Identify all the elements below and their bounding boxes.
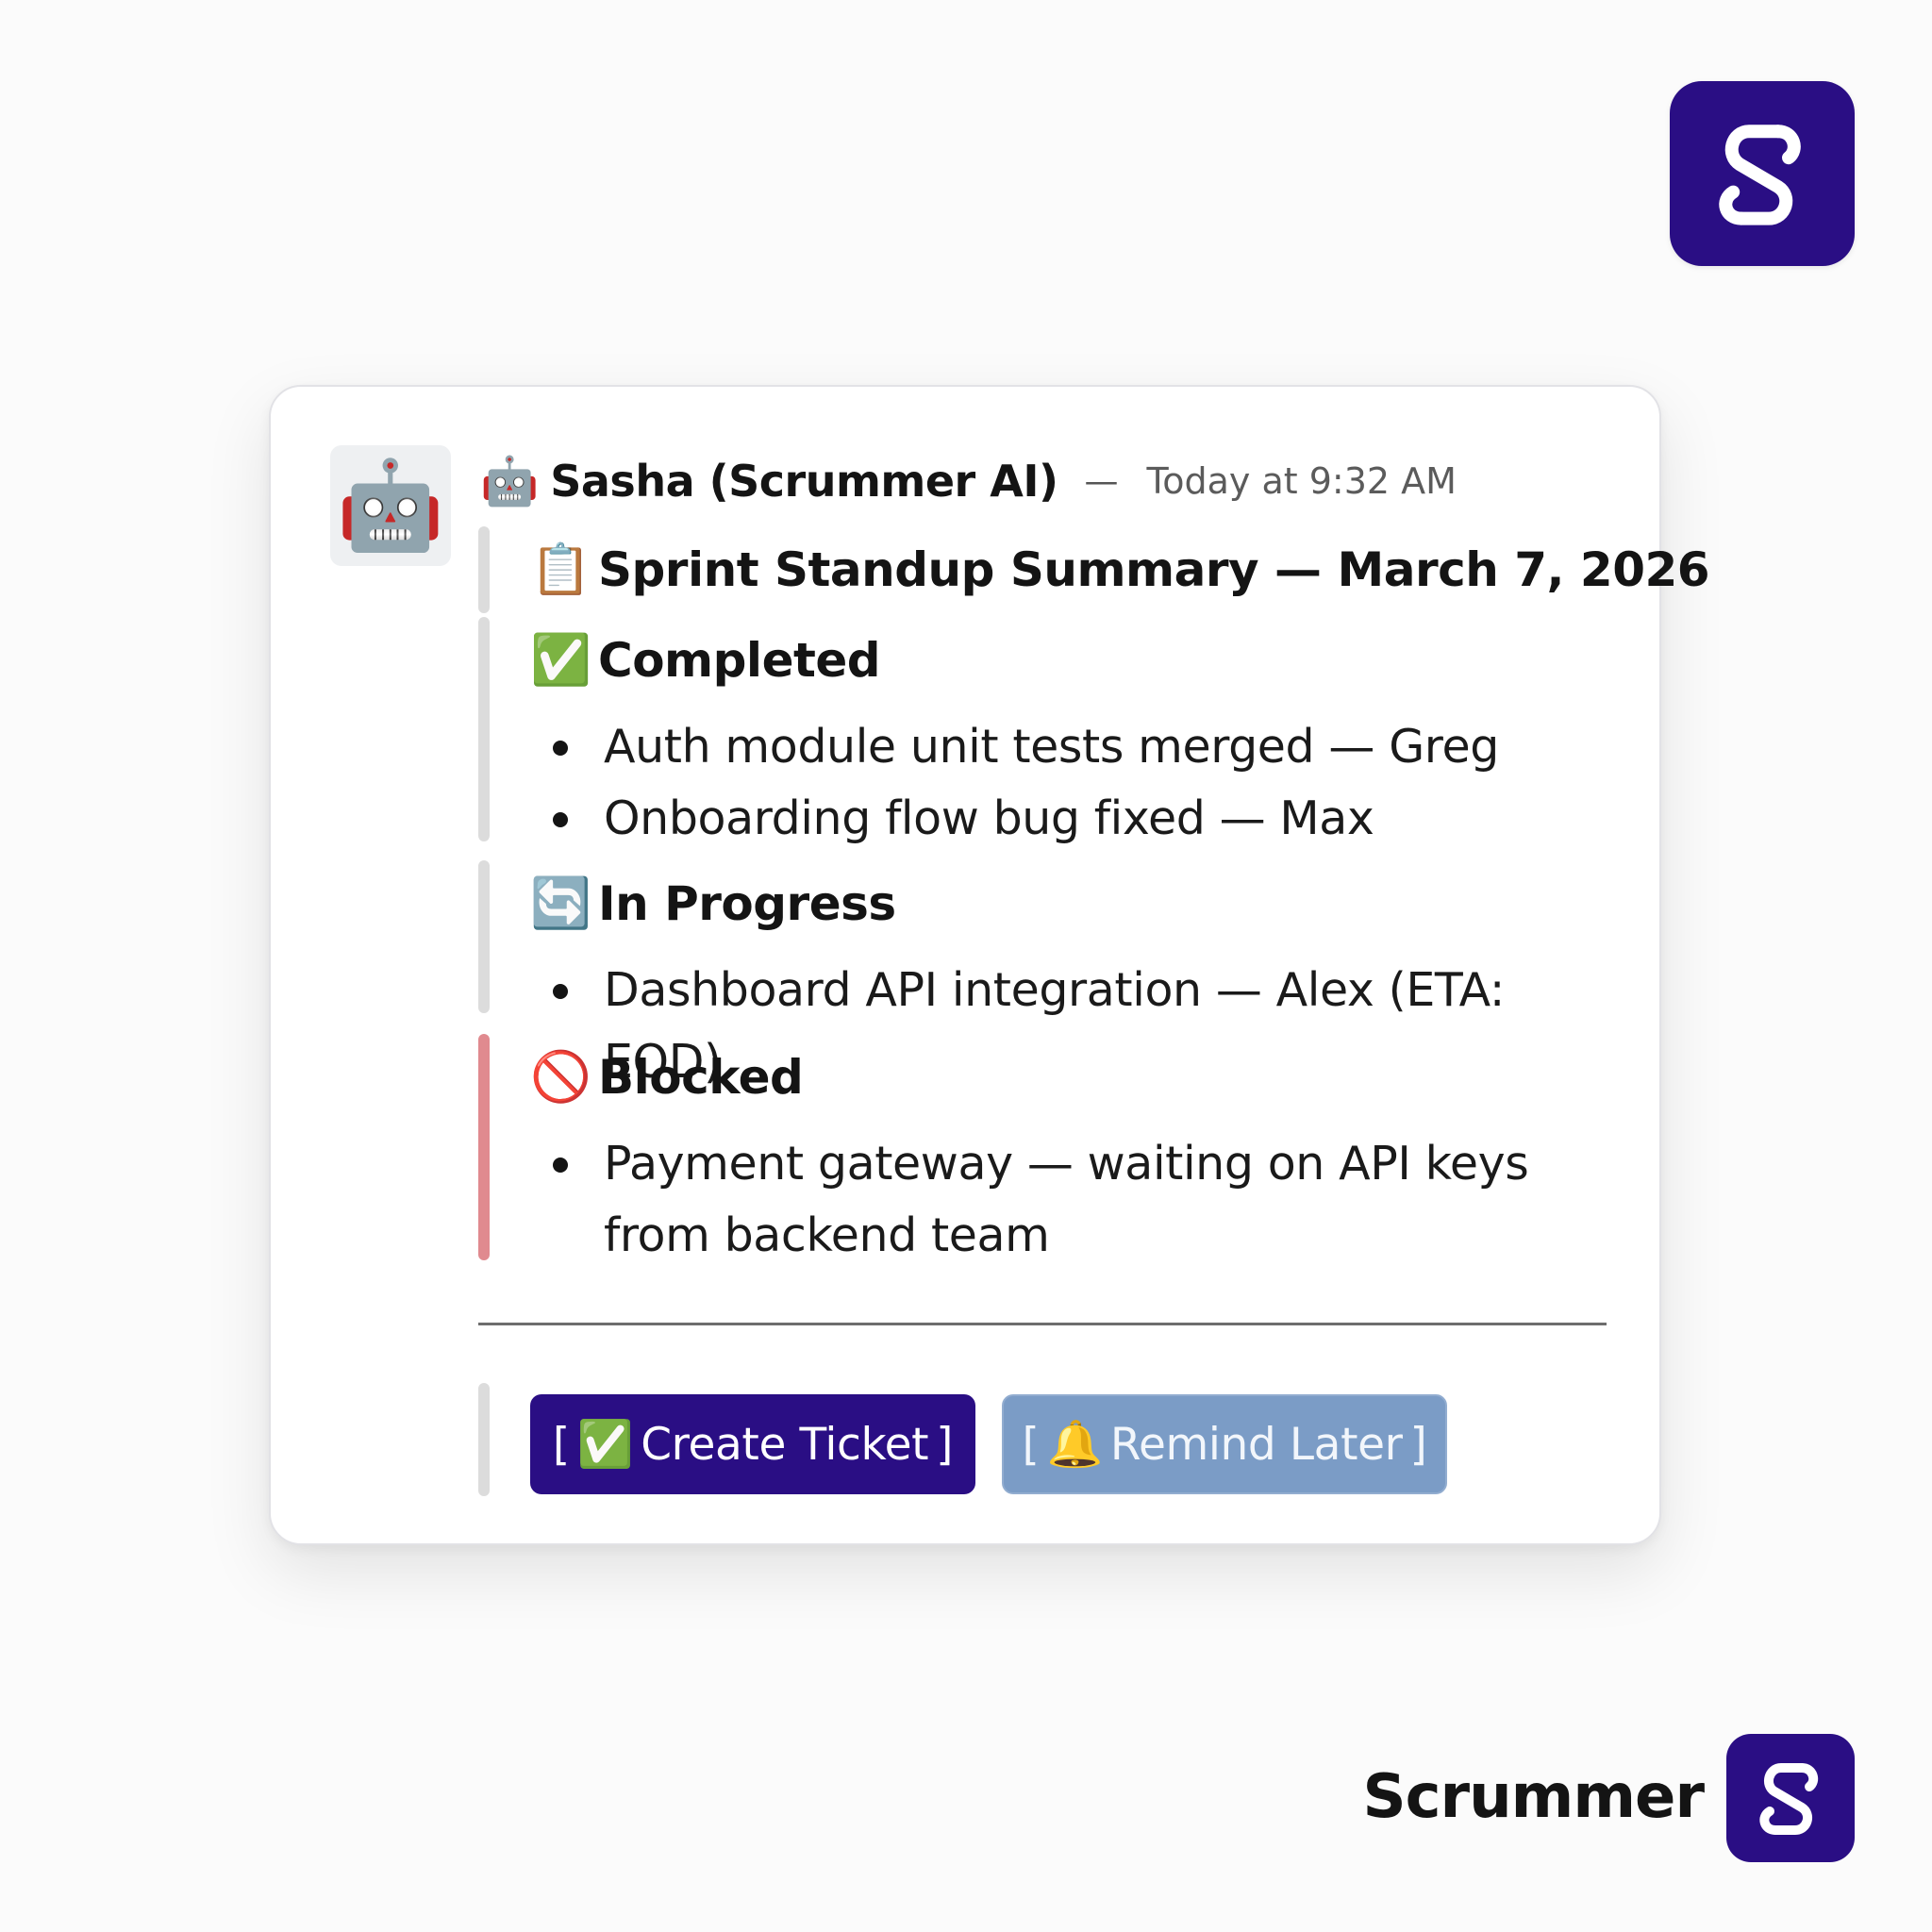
- scrummer-s-logo-icon: [1759, 1763, 1819, 1835]
- item-list: Payment gateway — waiting on API keys fr…: [530, 1128, 1629, 1272]
- bullet-icon: [553, 812, 568, 827]
- quote-bar-blocked: [478, 1034, 490, 1260]
- check-mark-icon: ✅: [530, 632, 591, 689]
- brand-logo: [1726, 1734, 1855, 1862]
- app-logo: [1670, 81, 1855, 266]
- quote-bar: [478, 1383, 490, 1496]
- robot-icon: 🤖: [480, 454, 540, 508]
- quote-bar: [478, 860, 490, 1013]
- sender-name[interactable]: Sasha (Scrummer AI): [550, 456, 1058, 507]
- section-in-progress: 🔄 In Progress Dashboard API integration …: [478, 860, 1629, 1089]
- summary-block: 📋 Sprint Standup Summary — March 7, 2026: [478, 526, 1710, 613]
- divider: [478, 1323, 1607, 1325]
- list-item: Payment gateway — waiting on API keys fr…: [530, 1128, 1629, 1272]
- message-timestamp[interactable]: Today at 9:32 AM: [1146, 460, 1456, 502]
- check-mark-icon: ✅: [576, 1418, 634, 1471]
- header-separator: —: [1084, 461, 1119, 501]
- bell-icon: 🔔: [1046, 1418, 1103, 1471]
- robot-icon: 🤖: [336, 455, 445, 556]
- button-label: Remind Later: [1109, 1418, 1403, 1471]
- scrummer-s-logo-icon: [1719, 125, 1801, 225]
- quote-bar: [478, 526, 490, 613]
- action-bar: [ ✅ Create Ticket ] [ 🔔 Remind Later ]: [478, 1383, 1629, 1496]
- remind-later-button[interactable]: [ 🔔 Remind Later ]: [1002, 1394, 1447, 1494]
- clipboard-icon: 📋: [530, 541, 591, 598]
- refresh-icon: 🔄: [530, 875, 591, 932]
- create-ticket-button[interactable]: [ ✅ Create Ticket ]: [530, 1394, 975, 1494]
- message-header: 🤖 Sasha (Scrummer AI) — Today at 9:32 AM: [480, 443, 1457, 519]
- section-blocked: 🚫 Blocked Payment gateway — waiting on A…: [478, 1034, 1629, 1262]
- section-heading: In Progress: [598, 876, 896, 931]
- brand-name: Scrummer: [1362, 1762, 1705, 1832]
- list-item: Onboarding flow bug fixed — Max: [530, 783, 1629, 855]
- section-heading: Blocked: [598, 1050, 804, 1105]
- quote-bar: [478, 617, 490, 841]
- prohibited-icon: 🚫: [530, 1049, 591, 1106]
- list-item: Auth module unit tests merged — Greg: [530, 711, 1629, 783]
- bullet-icon: [553, 741, 568, 756]
- section-heading: Completed: [598, 633, 881, 688]
- bot-avatar[interactable]: 🤖: [330, 445, 451, 566]
- message-card: 🤖 🤖 Sasha (Scrummer AI) — Today at 9:32 …: [269, 385, 1710, 1545]
- brand-footer: Scrummer: [1363, 1734, 1855, 1862]
- item-list: Auth module unit tests merged — Greg Onb…: [530, 711, 1629, 855]
- section-completed: ✅ Completed Auth module unit tests merge…: [478, 617, 1629, 845]
- button-label: Create Ticket: [641, 1418, 929, 1471]
- summary-title: Sprint Standup Summary — March 7, 2026: [598, 542, 1710, 597]
- bullet-icon: [553, 1158, 568, 1173]
- bullet-icon: [553, 984, 568, 999]
